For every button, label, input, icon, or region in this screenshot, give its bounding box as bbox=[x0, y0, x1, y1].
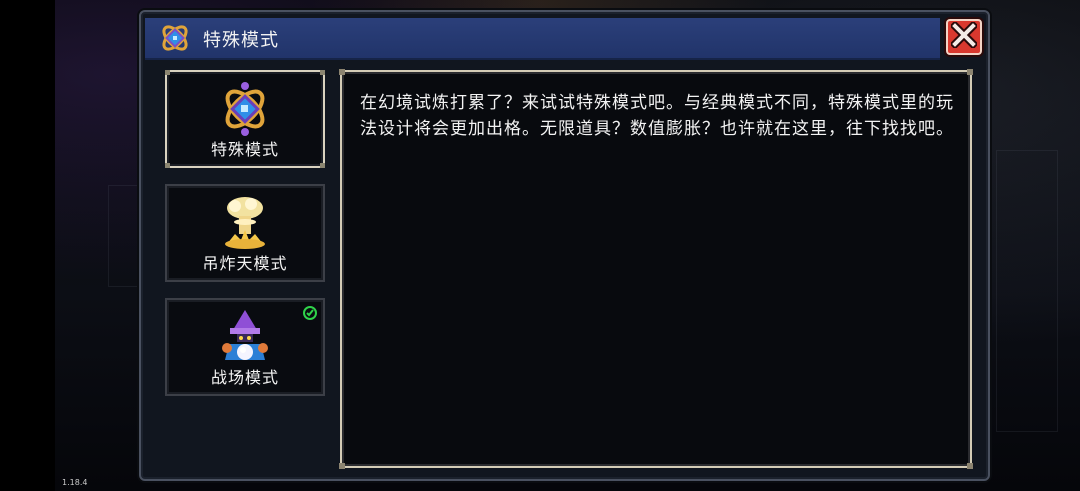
mode-card-explosion[interactable]: 吊炸天模式 bbox=[165, 184, 325, 282]
mode-label-special: 特殊模式 bbox=[210, 140, 279, 159]
special-mode-emblem-icon bbox=[217, 80, 273, 142]
frame-corner bbox=[320, 163, 325, 168]
description-panel: 在幻境试炼打累了？来试试特殊模式吧。与经典模式不同，特殊模式里的玩法设计将会更加… bbox=[339, 69, 973, 469]
background-panel bbox=[108, 185, 140, 287]
frame-corner bbox=[967, 69, 973, 75]
screen-edge-bar bbox=[0, 0, 55, 491]
close-button[interactable] bbox=[946, 19, 982, 55]
background-pillar bbox=[996, 150, 1058, 432]
completed-check-icon bbox=[303, 306, 317, 320]
special-mode-emblem-icon bbox=[158, 21, 192, 59]
mode-label-explosion: 吊炸天模式 bbox=[202, 254, 288, 273]
frame-corner bbox=[320, 70, 325, 75]
close-x-icon bbox=[949, 20, 979, 52]
frame-corner bbox=[967, 463, 973, 469]
frame-corner bbox=[165, 70, 170, 75]
frame-corner bbox=[339, 463, 345, 469]
mode-card-special[interactable]: 特殊模式 bbox=[165, 70, 325, 168]
version-label: 1.18.4 bbox=[62, 478, 88, 487]
dialog-title: 特殊模式 bbox=[203, 30, 279, 51]
wizard-crystal-ball-icon bbox=[217, 308, 273, 370]
special-mode-dialog: 特殊模式 特殊模式 吊炸天模式 战场模式 在幻境试炼打累了？来试试特殊模式吧。与… bbox=[139, 10, 990, 481]
mode-description: 在幻境试炼打累了？来试试特殊模式吧。与经典模式不同，特殊模式里的玩法设计将会更加… bbox=[360, 93, 954, 139]
mode-card-battlefield[interactable]: 战场模式 bbox=[165, 298, 325, 396]
mode-label-battlefield: 战场模式 bbox=[210, 368, 279, 387]
dialog-titlebar: 特殊模式 bbox=[145, 18, 940, 60]
frame-corner bbox=[165, 163, 170, 168]
mushroom-cloud-icon bbox=[217, 194, 273, 256]
frame-corner bbox=[339, 69, 345, 75]
